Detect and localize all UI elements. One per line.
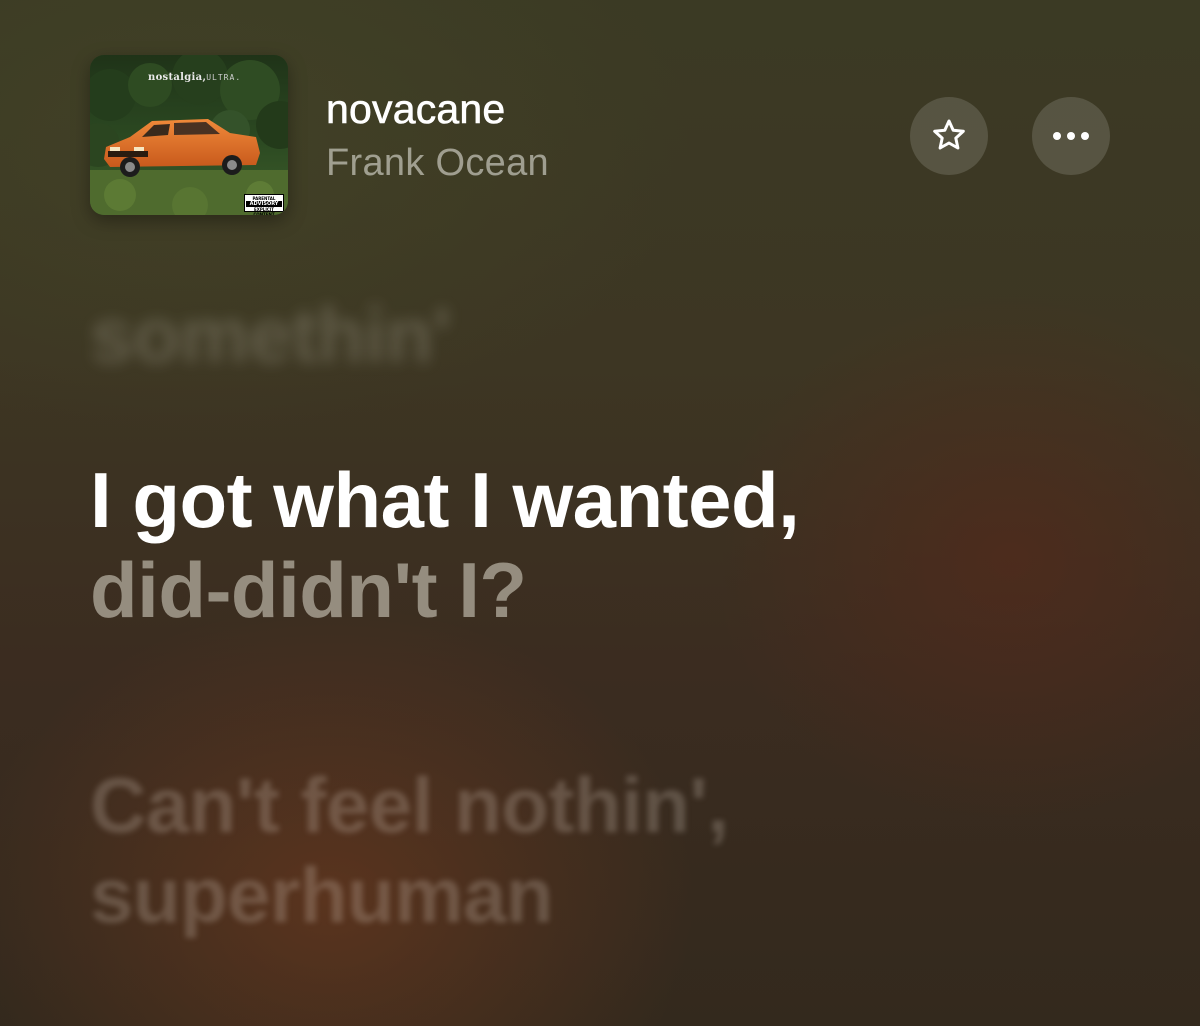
- ellipsis-icon: [1053, 132, 1089, 140]
- album-title-art-text: nostalgia,ULTRA.: [148, 72, 241, 83]
- more-options-button[interactable]: [1032, 97, 1110, 175]
- lyric-current-sung: I got what I wanted,: [90, 456, 800, 544]
- star-outline-icon: [933, 119, 965, 150]
- lyric-line-next[interactable]: Can't feel nothin', superhuman: [90, 760, 729, 940]
- advisory-line-3: EXPLICIT CONTENT: [253, 207, 275, 215]
- lyric-next-part-1: Can't feel nothin',: [90, 761, 729, 849]
- track-info: novacane Frank Ocean: [326, 85, 549, 189]
- lyric-current-unsung: did-didn't I?: [90, 546, 527, 634]
- album-title-bold: nostalgia,: [148, 72, 207, 83]
- album-artwork[interactable]: nostalgia,ULTRA. PARENTAL ADVISORY EXPLI…: [90, 55, 288, 215]
- now-playing-header: nostalgia,ULTRA. PARENTAL ADVISORY EXPLI…: [90, 55, 1120, 217]
- track-title[interactable]: novacane: [326, 85, 549, 133]
- lyric-next-part-2: superhuman: [90, 851, 554, 939]
- album-title-thin: ULTRA.: [206, 73, 242, 82]
- favorite-button[interactable]: [910, 97, 988, 175]
- lyric-line-current[interactable]: I got what I wanted, did-didn't I?: [90, 455, 800, 635]
- track-artist[interactable]: Frank Ocean: [326, 137, 549, 189]
- parental-advisory-label: PARENTAL ADVISORY EXPLICIT CONTENT: [244, 194, 284, 215]
- lyric-line-previous[interactable]: somethin': [90, 290, 451, 380]
